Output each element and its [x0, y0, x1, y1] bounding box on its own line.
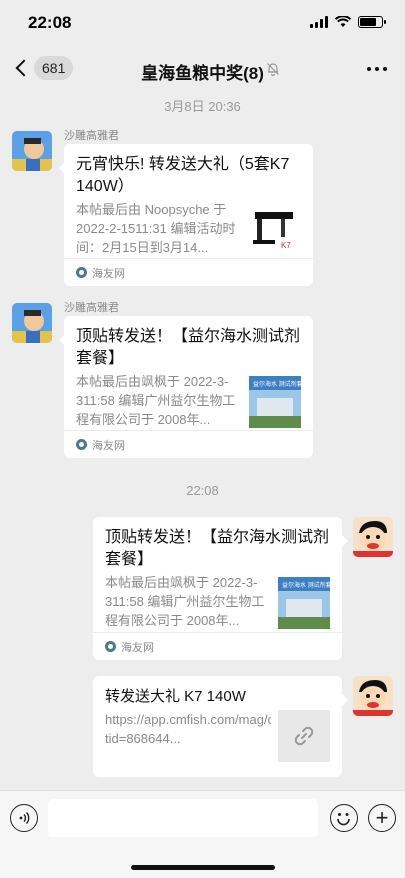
status-time: 22:08 — [28, 13, 72, 32]
battery-icon — [358, 16, 386, 28]
message-timestamp: 3月8日 20:36 — [164, 99, 241, 114]
card-source-label: 海友网 — [121, 641, 154, 654]
avatar[interactable] — [12, 303, 52, 343]
bubble-tail — [342, 694, 348, 706]
card-title: 顶贴转发送！【益尔海水测试剂套餐】 — [105, 529, 330, 568]
message-timestamp: 22:08 — [186, 483, 219, 498]
card-source-label: 海友网 — [92, 267, 125, 280]
wifi-icon — [335, 16, 351, 27]
bell-off-icon — [267, 63, 279, 76]
card-thumbnail-label: 益尔海水 测试剂套餐 — [282, 581, 330, 589]
source-icon — [105, 641, 116, 652]
card-thumbnail-label: K7 — [281, 241, 291, 250]
card-description: 本帖最后由 Noopsyche 于 2022-2-1511:31 编辑活动时间：… — [76, 202, 236, 255]
card-description: 本帖最后由飒枫于 2022-3-311:58 编辑广州益尔生物工程有限公司于 2… — [76, 374, 236, 427]
avatar[interactable] — [12, 131, 52, 171]
shared-article-card[interactable]: 顶贴转发送！【益尔海水测试剂套餐】 本帖最后由飒枫于 2022-3-311:58… — [93, 517, 342, 660]
chat-header: 681 皇海鱼粮中奖(8) — [0, 48, 405, 92]
card-thumbnail: 益尔海水 测试剂套餐 — [249, 376, 301, 428]
message-input[interactable] — [48, 799, 318, 837]
source-icon — [76, 439, 87, 450]
battery-level — [360, 18, 376, 26]
card-title: 顶贴转发送！【益尔海水测试剂套餐】 — [76, 328, 301, 367]
avatar[interactable] — [353, 676, 393, 716]
card-title: 转发送大礼 K7 140W — [105, 688, 246, 705]
shared-article-card[interactable]: 元宵快乐! 转发送大礼（5套K7 140W） 本帖最后由 Noopsyche 于… — [64, 144, 313, 286]
status-bar: 22:08 — [0, 0, 405, 48]
card-source: 海友网 — [64, 430, 313, 458]
card-description: 本帖最后由飒枫于 2022-3-311:58 编辑广州益尔生物工程有限公司于 2… — [105, 575, 265, 628]
shared-article-card[interactable]: 顶贴转发送！【益尔海水测试剂套餐】 本帖最后由飒枫于 2022-3-311:58… — [64, 316, 313, 458]
shared-link-card[interactable]: 转发送大礼 K7 140W https://app.cmfish.com/mag… — [93, 676, 342, 777]
card-thumbnail: K7 — [249, 204, 301, 256]
chat-title: 皇海鱼粮中奖(8) — [141, 64, 264, 83]
card-title: 元宵快乐! 转发送大礼（5套K7 140W） — [76, 156, 290, 195]
plus-icon[interactable]: + — [368, 804, 396, 832]
card-thumbnail-label: 益尔海水 测试剂套餐 — [253, 380, 301, 388]
voice-icon[interactable] — [10, 804, 38, 832]
emoji-icon[interactable] — [330, 804, 358, 832]
sender-name: 沙雕高雅君 — [64, 130, 119, 142]
card-source-label: 海友网 — [92, 439, 125, 452]
home-indicator — [131, 865, 275, 870]
avatar[interactable] — [353, 517, 393, 557]
status-icons — [310, 16, 386, 28]
signal-icon — [310, 16, 328, 28]
card-source: 海友网 — [93, 632, 342, 660]
card-source: 海友网 — [64, 258, 313, 286]
card-description: https://app.cmfish.com/mag/circle/v1/for… — [105, 712, 271, 746]
sender-name: 沙雕高雅君 — [64, 302, 119, 314]
source-icon — [76, 267, 87, 278]
link-icon — [278, 710, 330, 762]
more-dots-icon[interactable] — [367, 67, 387, 71]
bubble-tail — [342, 535, 348, 547]
card-thumbnail: 益尔海水 测试剂套餐 — [278, 577, 330, 629]
